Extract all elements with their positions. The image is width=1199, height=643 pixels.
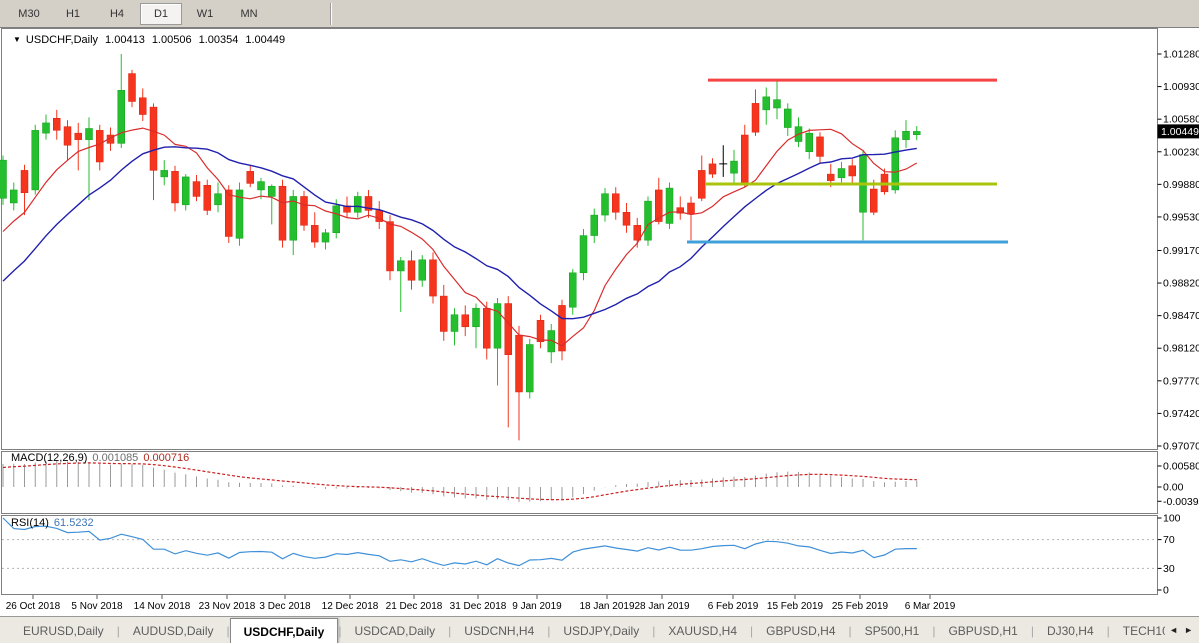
svg-text:21 Dec 2018: 21 Dec 2018 bbox=[386, 601, 443, 612]
timeframe-button-mn[interactable]: MN bbox=[228, 3, 270, 25]
svg-text:0.00: 0.00 bbox=[1163, 482, 1184, 494]
svg-text:0.98120: 0.98120 bbox=[1163, 343, 1199, 355]
chart-tab-usdjpy-daily[interactable]: USDJPY,Daily bbox=[550, 617, 652, 643]
chart-tab-gbpusd-h1[interactable]: GBPUSD,H1 bbox=[935, 617, 1030, 643]
svg-text:0.97770: 0.97770 bbox=[1163, 375, 1199, 387]
svg-text:1.00580: 1.00580 bbox=[1163, 114, 1199, 126]
svg-text:1.00230: 1.00230 bbox=[1163, 146, 1199, 158]
timeframe-button-w1[interactable]: W1 bbox=[184, 3, 226, 25]
svg-text:6 Feb 2019: 6 Feb 2019 bbox=[708, 601, 759, 612]
svg-text:9 Jan 2019: 9 Jan 2019 bbox=[512, 601, 562, 612]
svg-text:1.00449: 1.00449 bbox=[1161, 126, 1199, 138]
trading-terminal-window: M30 H1 H4 D1 W1 MN 1.01280 1.00930 1.00580 1.002… bbox=[0, 0, 1199, 643]
tab-scroll-left-icon[interactable]: ◄ bbox=[1169, 625, 1178, 635]
svg-text:6 Mar 2019: 6 Mar 2019 bbox=[905, 601, 956, 612]
timeframe-button-h1[interactable]: H1 bbox=[52, 3, 94, 25]
svg-text:28 Jan 2019: 28 Jan 2019 bbox=[634, 601, 689, 612]
svg-text:0.97070: 0.97070 bbox=[1163, 440, 1199, 452]
svg-text:0.005802: 0.005802 bbox=[1163, 460, 1199, 472]
svg-text:-0.003945: -0.003945 bbox=[1163, 496, 1199, 508]
svg-text:70: 70 bbox=[1163, 534, 1175, 546]
chart-tab-eurusd-daily[interactable]: EURUSD,Daily bbox=[10, 617, 117, 643]
timeframe-toolbar: M30 H1 H4 D1 W1 MN bbox=[0, 0, 1199, 28]
chart-tab-usdcad-daily[interactable]: USDCAD,Daily bbox=[341, 617, 448, 643]
price-chart-canvas[interactable]: 1.01280 1.00930 1.00580 1.00230 0.99880 0.995… bbox=[0, 28, 1199, 616]
rsi-panel[interactable] bbox=[1, 515, 1158, 595]
tab-scroll-controls: ◄ ► bbox=[1165, 617, 1197, 643]
tab-scroll-right-icon[interactable]: ► bbox=[1184, 625, 1193, 635]
svg-text:25 Feb 2019: 25 Feb 2019 bbox=[832, 601, 889, 612]
svg-text:15 Feb 2019: 15 Feb 2019 bbox=[767, 601, 824, 612]
svg-text:0.98820: 0.98820 bbox=[1163, 278, 1199, 290]
chart-tab-gbpusd-h4[interactable]: GBPUSD,H4 bbox=[753, 617, 848, 643]
svg-text:18 Jan 2019: 18 Jan 2019 bbox=[579, 601, 634, 612]
svg-text:3 Dec 2018: 3 Dec 2018 bbox=[259, 601, 311, 612]
svg-text:31 Dec 2018: 31 Dec 2018 bbox=[450, 601, 507, 612]
svg-text:14 Nov 2018: 14 Nov 2018 bbox=[134, 601, 191, 612]
svg-text:0.99170: 0.99170 bbox=[1163, 245, 1199, 257]
chart-tab-dj30-h4[interactable]: DJ30,H4 bbox=[1034, 617, 1107, 643]
chart-tab-xauusd-h4[interactable]: XAUUSD,H4 bbox=[655, 617, 750, 643]
timeframe-button-h4[interactable]: H4 bbox=[96, 3, 138, 25]
svg-text:0.99530: 0.99530 bbox=[1163, 211, 1199, 223]
svg-text:100: 100 bbox=[1163, 513, 1181, 525]
svg-text:0: 0 bbox=[1163, 585, 1169, 597]
svg-text:1.00930: 1.00930 bbox=[1163, 81, 1199, 93]
chart-tab-sp500-h1[interactable]: SP500,H1 bbox=[852, 617, 933, 643]
chart-tab-audusd-daily[interactable]: AUDUSD,Daily bbox=[120, 617, 227, 643]
timeframe-button-d1[interactable]: D1 bbox=[140, 2, 182, 25]
svg-text:26 Oct 2018: 26 Oct 2018 bbox=[6, 601, 61, 612]
svg-text:23 Nov 2018: 23 Nov 2018 bbox=[199, 601, 256, 612]
svg-text:0.97420: 0.97420 bbox=[1163, 408, 1199, 420]
chart-tab-usdcnh-h4[interactable]: USDCNH,H4 bbox=[451, 617, 547, 643]
main-chart-panel[interactable] bbox=[1, 28, 1158, 450]
svg-text:0.99880: 0.99880 bbox=[1163, 179, 1199, 191]
svg-text:30: 30 bbox=[1163, 563, 1175, 575]
svg-text:12 Dec 2018: 12 Dec 2018 bbox=[322, 601, 379, 612]
svg-text:1.01280: 1.01280 bbox=[1163, 49, 1199, 61]
symbol-tab-bar: EURUSD,Daily | AUDUSD,Daily | USDCHF,Daily | U… bbox=[0, 616, 1199, 643]
svg-text:0.98470: 0.98470 bbox=[1163, 310, 1199, 322]
svg-text:5 Nov 2018: 5 Nov 2018 bbox=[71, 601, 123, 612]
timeframe-button-m30[interactable]: M30 bbox=[8, 3, 50, 25]
toolbar-separator bbox=[330, 2, 332, 25]
chart-tab-usdchf-daily[interactable]: USDCHF,Daily bbox=[229, 618, 339, 643]
